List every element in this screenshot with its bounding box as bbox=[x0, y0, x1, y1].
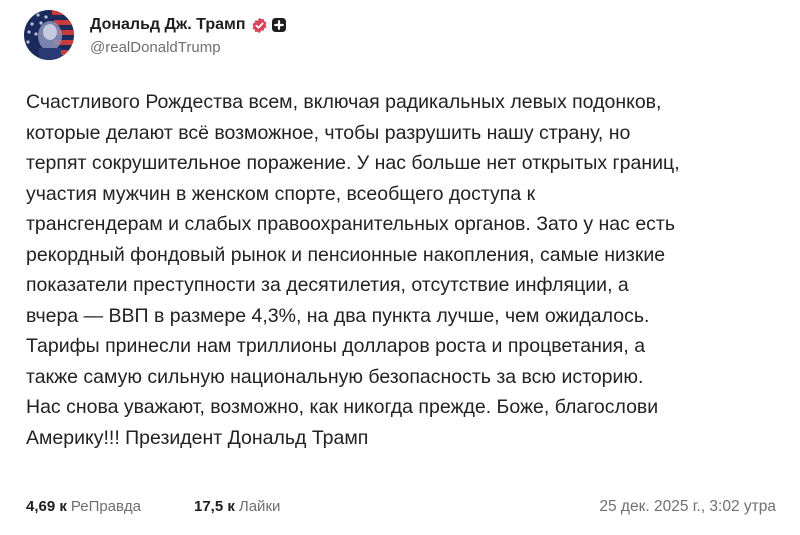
post-line: рекордный фондовый рынок и пенсионные на… bbox=[26, 243, 666, 266]
plus-square-icon bbox=[271, 17, 287, 33]
post-footer: 4,69 к РеПравда 17,5 к Лайки 25 дек. 2025 … bbox=[26, 498, 776, 522]
author-name[interactable]: Дональд Дж. Трамп bbox=[90, 16, 246, 34]
likes-stat[interactable]: 17,5 к Лайки bbox=[194, 498, 280, 515]
post-line: Счастливого Рождества всем, включая ради… bbox=[26, 91, 662, 113]
flag-portrait-avatar-icon bbox=[24, 10, 74, 60]
verified-badge-icon bbox=[251, 17, 268, 34]
post-line: показатели преступности за десятилетия, … bbox=[26, 274, 629, 296]
post-line: Нас снова уважают, возможно, как никогда… bbox=[26, 396, 659, 418]
post-line: трансгендерам и слабых правоохранительны… bbox=[26, 213, 676, 235]
retruths-stat[interactable]: 4,69 к РеПравда bbox=[26, 498, 141, 515]
author-name-row: Дональд Дж. Трамп bbox=[90, 16, 287, 34]
post-line: которые делают всё возможное, чтобы разр… bbox=[26, 121, 631, 144]
author-handle[interactable]: @realDonaldTrump bbox=[90, 39, 221, 56]
post-line: участия мужчин в женском спорте, всеобще… bbox=[26, 182, 536, 205]
post-line: терпят сокрушительное поражение. У нас б… bbox=[26, 152, 680, 174]
likes-count: 17,5 к bbox=[194, 498, 235, 515]
post-line: вчера — ВВП в размере 4,3%, на два пункт… bbox=[26, 304, 650, 327]
post-line: Тарифы принесли нам триллионы долларов р… bbox=[26, 335, 646, 357]
likes-label: Лайки bbox=[238, 498, 281, 515]
post-timestamp[interactable]: 25 дек. 2025 г., 3:02 утра bbox=[599, 498, 776, 516]
post-body: Счастливого Рождества всем, включая ради… bbox=[26, 87, 786, 453]
avatar[interactable] bbox=[24, 10, 74, 60]
post-line: Америку!!! Президент Дональд Трамп bbox=[26, 426, 369, 449]
post-line: также самую сильную национальную безопас… bbox=[26, 365, 644, 388]
retruths-count: 4,69 к bbox=[26, 498, 67, 515]
retruths-label: РеПравда bbox=[70, 498, 141, 515]
